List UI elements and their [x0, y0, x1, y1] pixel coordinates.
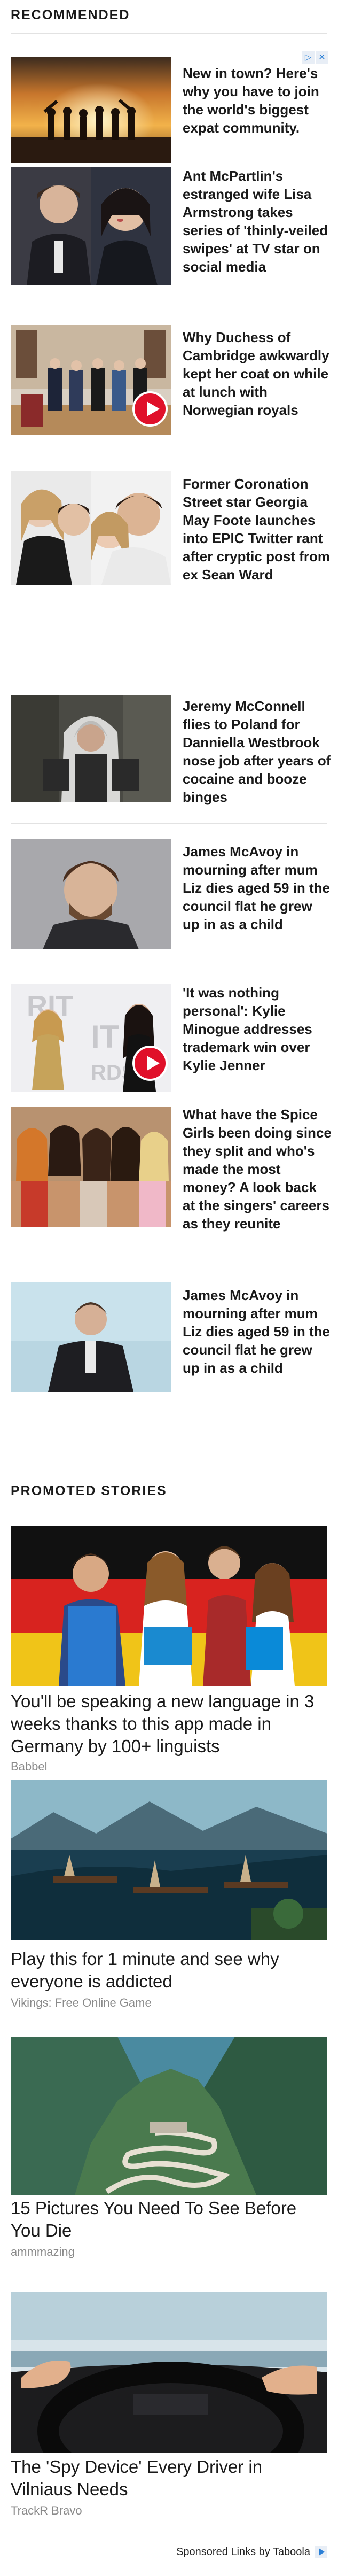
promo-image[interactable]: [11, 2037, 327, 2195]
page: RECOMMENDED ▷ ✕ New in town? Here's why …: [0, 0, 338, 2576]
taboola-footer[interactable]: Sponsored Links by Taboola: [176, 2546, 327, 2558]
play-icon[interactable]: [132, 1046, 168, 1081]
recommended-item[interactable]: Ant McPartlin's estranged wife Lisa Arms…: [11, 167, 328, 289]
promo-title[interactable]: You'll be speaking a new language in 3 w…: [11, 1690, 327, 1758]
headline[interactable]: Jeremy McConnell flies to Poland for Dan…: [183, 697, 332, 806]
promoted-item[interactable]: You'll be speaking a new language in 3 w…: [11, 1526, 327, 1773]
promoted-item[interactable]: The 'Spy Device' Every Driver in Vilniau…: [11, 2292, 327, 2517]
headline[interactable]: Former Coronation Street star Georgia Ma…: [183, 475, 332, 584]
promoted-item[interactable]: 15 Pictures You Need To See Before You D…: [11, 2037, 327, 2258]
promo-image[interactable]: [11, 1526, 327, 1686]
promo-title[interactable]: 15 Pictures You Need To See Before You D…: [11, 2197, 327, 2242]
promoted-item[interactable]: Play this for 1 minute and see why every…: [11, 1780, 327, 2009]
promoted-heading: PROMOTED STORIES: [11, 1483, 167, 1498]
recommended-item[interactable]: Jeremy McConnell flies to Poland for Dan…: [11, 695, 331, 813]
thumbnail-image[interactable]: [11, 167, 171, 285]
promo-source[interactable]: ammmazing: [11, 2245, 75, 2259]
recommended-item[interactable]: New in town? Here's why you have to join…: [11, 57, 327, 164]
headline[interactable]: 'It was nothing personal': Kylie Minogue…: [183, 984, 332, 1074]
sponsored-label[interactable]: Sponsored Links by Taboola: [176, 2546, 310, 2558]
promo-source[interactable]: TrackR Bravo: [11, 2504, 82, 2518]
headline[interactable]: James McAvoy in mourning after mum Liz d…: [183, 842, 332, 933]
promo-source[interactable]: Vikings: Free Online Game: [11, 1996, 152, 2010]
promo-image[interactable]: [11, 1780, 327, 1940]
recommended-item[interactable]: RIT IT RDS 'It was nothing personal': Ky…: [11, 984, 327, 1101]
thumbnail-image[interactable]: [11, 695, 171, 802]
recommended-item[interactable]: Why Duchess of Cambridge awkwardly kept …: [11, 325, 329, 443]
thumbnail-image[interactable]: [11, 1107, 171, 1227]
adchoices-icon[interactable]: [315, 2546, 327, 2558]
recommended-item[interactable]: James McAvoy in mourning after mum Liz d…: [11, 839, 330, 957]
thumbnail-image[interactable]: [11, 839, 171, 949]
recommended-item[interactable]: What have the Spice Girls been doing sin…: [11, 1107, 332, 1235]
promo-image[interactable]: [11, 2292, 327, 2453]
promo-source[interactable]: Babbel: [11, 1760, 48, 1774]
thumbnail-image[interactable]: [11, 325, 171, 435]
headline[interactable]: Ant McPartlin's estranged wife Lisa Arms…: [183, 167, 332, 276]
divider: [11, 33, 327, 34]
recommended-heading: RECOMMENDED: [11, 7, 130, 22]
recommended-item[interactable]: Former Coronation Street star Georgia Ma…: [11, 471, 330, 594]
thumbnail-image[interactable]: [11, 57, 171, 163]
thumbnail-image[interactable]: RIT IT RDS: [11, 984, 171, 1092]
headline[interactable]: Why Duchess of Cambridge awkwardly kept …: [183, 328, 332, 419]
headline[interactable]: What have the Spice Girls been doing sin…: [183, 1105, 332, 1233]
divider: [11, 823, 327, 824]
play-icon[interactable]: [132, 391, 168, 427]
headline[interactable]: New in town? Here's why you have to join…: [183, 64, 332, 137]
thumbnail-image[interactable]: [11, 1282, 171, 1392]
thumbnail-image[interactable]: [11, 471, 171, 585]
svg-text:IT: IT: [91, 1019, 119, 1055]
recommended-item[interactable]: James McAvoy in mourning after mum Liz d…: [11, 1282, 330, 1399]
headline[interactable]: James McAvoy in mourning after mum Liz d…: [183, 1286, 332, 1377]
promo-title[interactable]: The 'Spy Device' Every Driver in Vilniau…: [11, 2456, 327, 2501]
promo-title[interactable]: Play this for 1 minute and see why every…: [11, 1948, 327, 1993]
